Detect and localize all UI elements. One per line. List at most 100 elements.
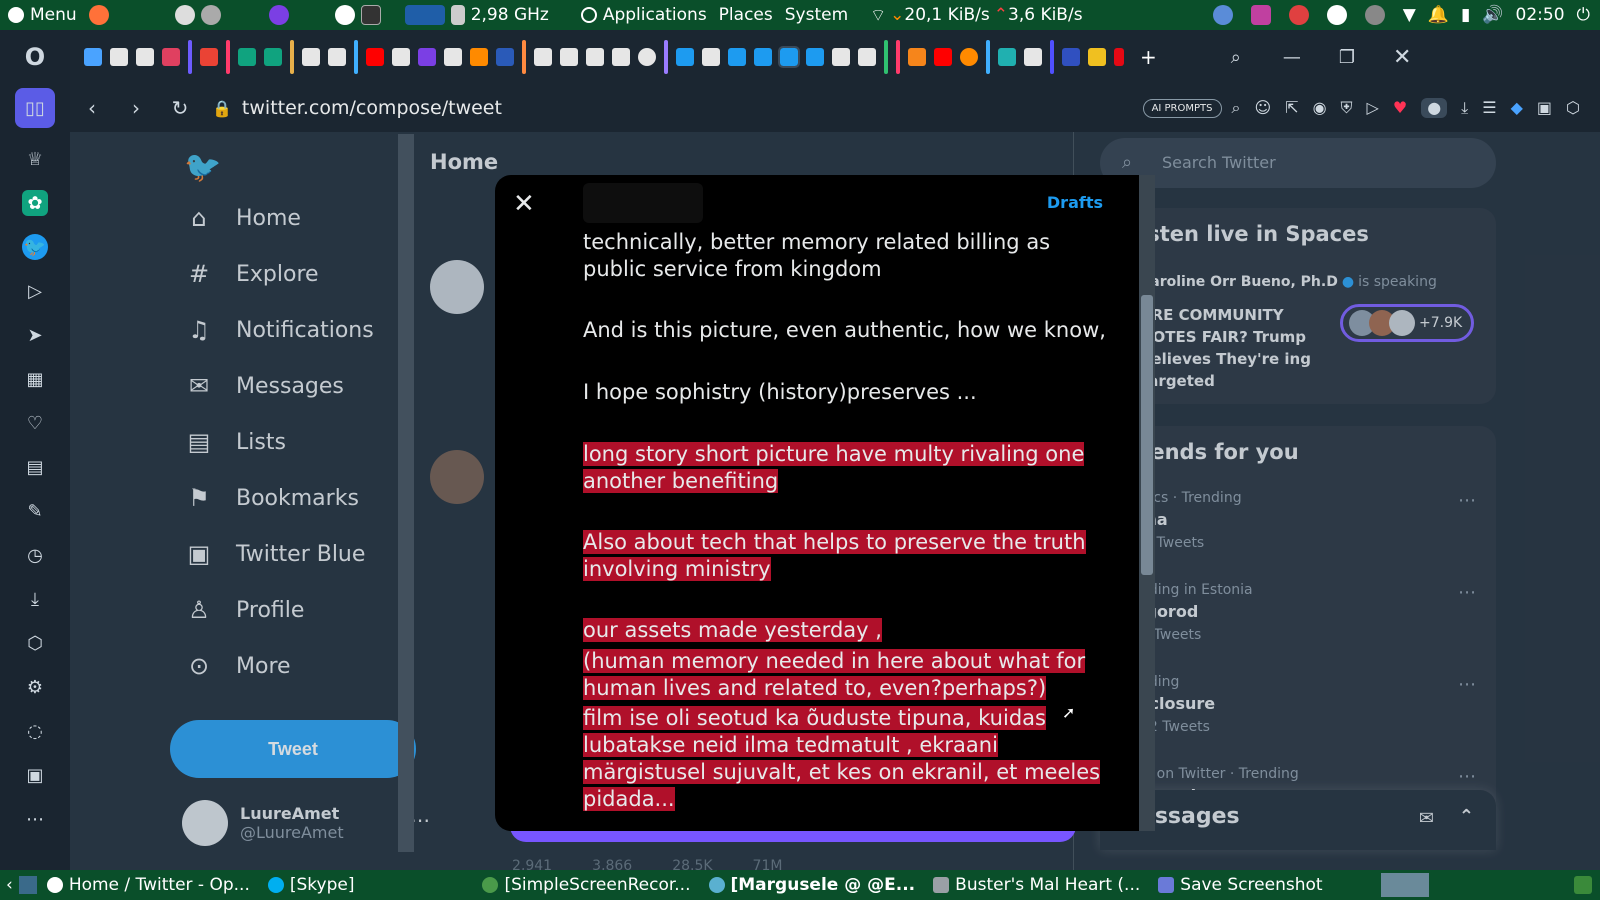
tray-media-icon[interactable] — [1250, 5, 1271, 25]
close-icon[interactable]: ✕ — [513, 189, 535, 219]
tab-icon[interactable] — [328, 48, 346, 66]
wifi-signal-icon[interactable]: ▼ — [1403, 5, 1416, 25]
firefox-icon[interactable] — [88, 5, 109, 25]
podcast-icon[interactable] — [268, 5, 289, 25]
task-screen-recorder[interactable]: [SimpleScreenRecor... — [482, 875, 691, 895]
tab-icon[interactable] — [1088, 48, 1106, 66]
netflix-tab-icon[interactable] — [1114, 48, 1124, 66]
task-buster[interactable]: Buster's Mal Heart (... — [933, 875, 1140, 895]
history-icon[interactable]: ◷ — [22, 542, 48, 568]
tab-icon[interactable] — [136, 48, 154, 66]
extension-icon[interactable]: ⬡ — [1566, 98, 1580, 118]
tab-icon[interactable] — [418, 48, 436, 66]
tab-icon[interactable] — [998, 48, 1016, 66]
tab-icon[interactable] — [612, 48, 630, 66]
power-icon[interactable]: ⏻ — [1577, 5, 1590, 25]
tray-info-icon[interactable] — [1364, 5, 1385, 25]
tab-icon[interactable] — [470, 48, 488, 66]
taskbar-left-arrow-icon[interactable]: ‹ — [6, 875, 13, 895]
lens-icon[interactable]: ⌕ — [1232, 98, 1241, 118]
notification-bell-icon[interactable]: 🔔 — [1428, 5, 1449, 25]
system-menu[interactable]: System — [785, 5, 848, 25]
emoji-icon[interactable]: ☺ — [1254, 98, 1271, 118]
volume-icon[interactable]: 🔊 — [1482, 5, 1503, 25]
reload-icon[interactable]: ↻ — [158, 96, 202, 120]
tab-icon[interactable] — [1024, 48, 1042, 66]
tab-icon[interactable] — [586, 48, 604, 66]
tab-icon[interactable] — [858, 48, 876, 66]
task-opera-twitter[interactable]: Home / Twitter - Op... — [46, 875, 250, 895]
clock[interactable]: 02:50 — [1516, 5, 1565, 25]
edit-icon[interactable]: ✎ — [22, 498, 48, 524]
youtube-tab-icon[interactable] — [934, 48, 952, 66]
tray-s-icon[interactable] — [1326, 5, 1347, 25]
minimize-button[interactable]: — — [1283, 47, 1301, 68]
gear-icon[interactable]: ⚙ — [22, 674, 48, 700]
twitter-tab-icon-active[interactable] — [778, 46, 800, 68]
compose-scrollbar[interactable] — [1139, 175, 1155, 831]
youtube-tab-icon[interactable] — [366, 48, 384, 66]
url-field[interactable]: twitter.com/compose/tweet — [242, 97, 502, 119]
workspace-switcher[interactable] — [1380, 873, 1429, 897]
download-icon[interactable]: ⤓ — [22, 586, 48, 612]
new-tab-button[interactable]: + — [1140, 45, 1157, 69]
heart-icon[interactable]: ♥ — [1393, 98, 1407, 118]
tab-icon[interactable] — [84, 48, 102, 66]
profile-icon[interactable]: ● — [1421, 98, 1448, 118]
restore-button[interactable]: ❐ — [1339, 47, 1355, 68]
tab-icon[interactable] — [496, 48, 514, 66]
terminal-icon[interactable] — [360, 5, 381, 25]
news-icon[interactable]: ▤ — [22, 454, 48, 480]
extension-icon[interactable]: ◆ — [1511, 98, 1523, 118]
show-desktop-icon[interactable] — [18, 876, 37, 894]
share-icon[interactable]: ⇱ — [1285, 98, 1298, 118]
tab-icon[interactable] — [534, 48, 552, 66]
tab-icon[interactable] — [1062, 48, 1080, 66]
places-menu[interactable]: Places — [719, 5, 773, 25]
close-window-button[interactable]: ✕ — [1393, 45, 1411, 70]
twitter-tab-icon[interactable] — [728, 48, 746, 66]
more-icon[interactable]: ⋯ — [22, 806, 48, 832]
forward-icon[interactable]: › — [114, 96, 158, 120]
tab-icon[interactable] — [832, 48, 850, 66]
twitter-tab-icon[interactable] — [806, 48, 824, 66]
twitter-tab-icon[interactable] — [754, 48, 772, 66]
drafts-button[interactable]: Drafts — [1047, 193, 1103, 212]
trash-icon[interactable] — [1574, 876, 1592, 894]
download-icon[interactable]: ⤓ — [1461, 98, 1468, 118]
settings-icon[interactable] — [200, 5, 221, 25]
tab-icon[interactable] — [960, 48, 978, 66]
opera-icon[interactable] — [334, 5, 355, 25]
tab-icon[interactable] — [560, 48, 578, 66]
tab-icon[interactable] — [444, 48, 462, 66]
tray-app-icon[interactable] — [1212, 5, 1233, 25]
twitter-sidebar-icon[interactable]: 🐦 — [22, 234, 48, 260]
task-skype[interactable]: [Skype] — [267, 875, 354, 895]
task-margusele[interactable]: [Margusele @ @E... — [708, 875, 915, 895]
heart-icon[interactable]: ♡ — [22, 410, 48, 436]
tray-chrome-icon[interactable] — [1288, 5, 1309, 25]
twitter-tab-icon[interactable] — [676, 48, 694, 66]
send-icon[interactable]: ▷ — [1367, 98, 1379, 118]
easy-setup-icon[interactable]: ☰ — [1482, 98, 1496, 118]
extension-icon[interactable]: ▣ — [22, 762, 48, 788]
bulb-icon[interactable]: ◌ — [22, 718, 48, 744]
grid-icon[interactable]: ▦ — [22, 366, 48, 392]
camera-icon[interactable]: ◉ — [1313, 98, 1327, 118]
task-save-screenshot[interactable]: Save Screenshot — [1158, 875, 1323, 895]
gmail-tab-icon[interactable] — [200, 48, 218, 66]
tab-icon[interactable] — [264, 48, 282, 66]
battery-icon[interactable]: ▮ — [1461, 5, 1470, 25]
shield-icon[interactable]: ⛨ — [1341, 98, 1353, 118]
opera-logo-icon[interactable]: O — [22, 43, 48, 71]
tab-icon[interactable] — [908, 48, 926, 66]
workspaces-icon[interactable]: ▯▯ — [15, 88, 55, 128]
tab-icon[interactable] — [162, 48, 180, 66]
back-icon[interactable]: ‹ — [70, 96, 114, 120]
extension-icon[interactable]: ▣ — [1537, 98, 1552, 118]
menu-button[interactable]: Menu — [8, 5, 77, 25]
player-icon[interactable]: ▷ — [22, 278, 48, 304]
applications-menu[interactable]: Applications — [580, 5, 707, 25]
app-launcher-icon[interactable] — [174, 5, 195, 25]
google-tab-icon[interactable] — [638, 48, 656, 66]
